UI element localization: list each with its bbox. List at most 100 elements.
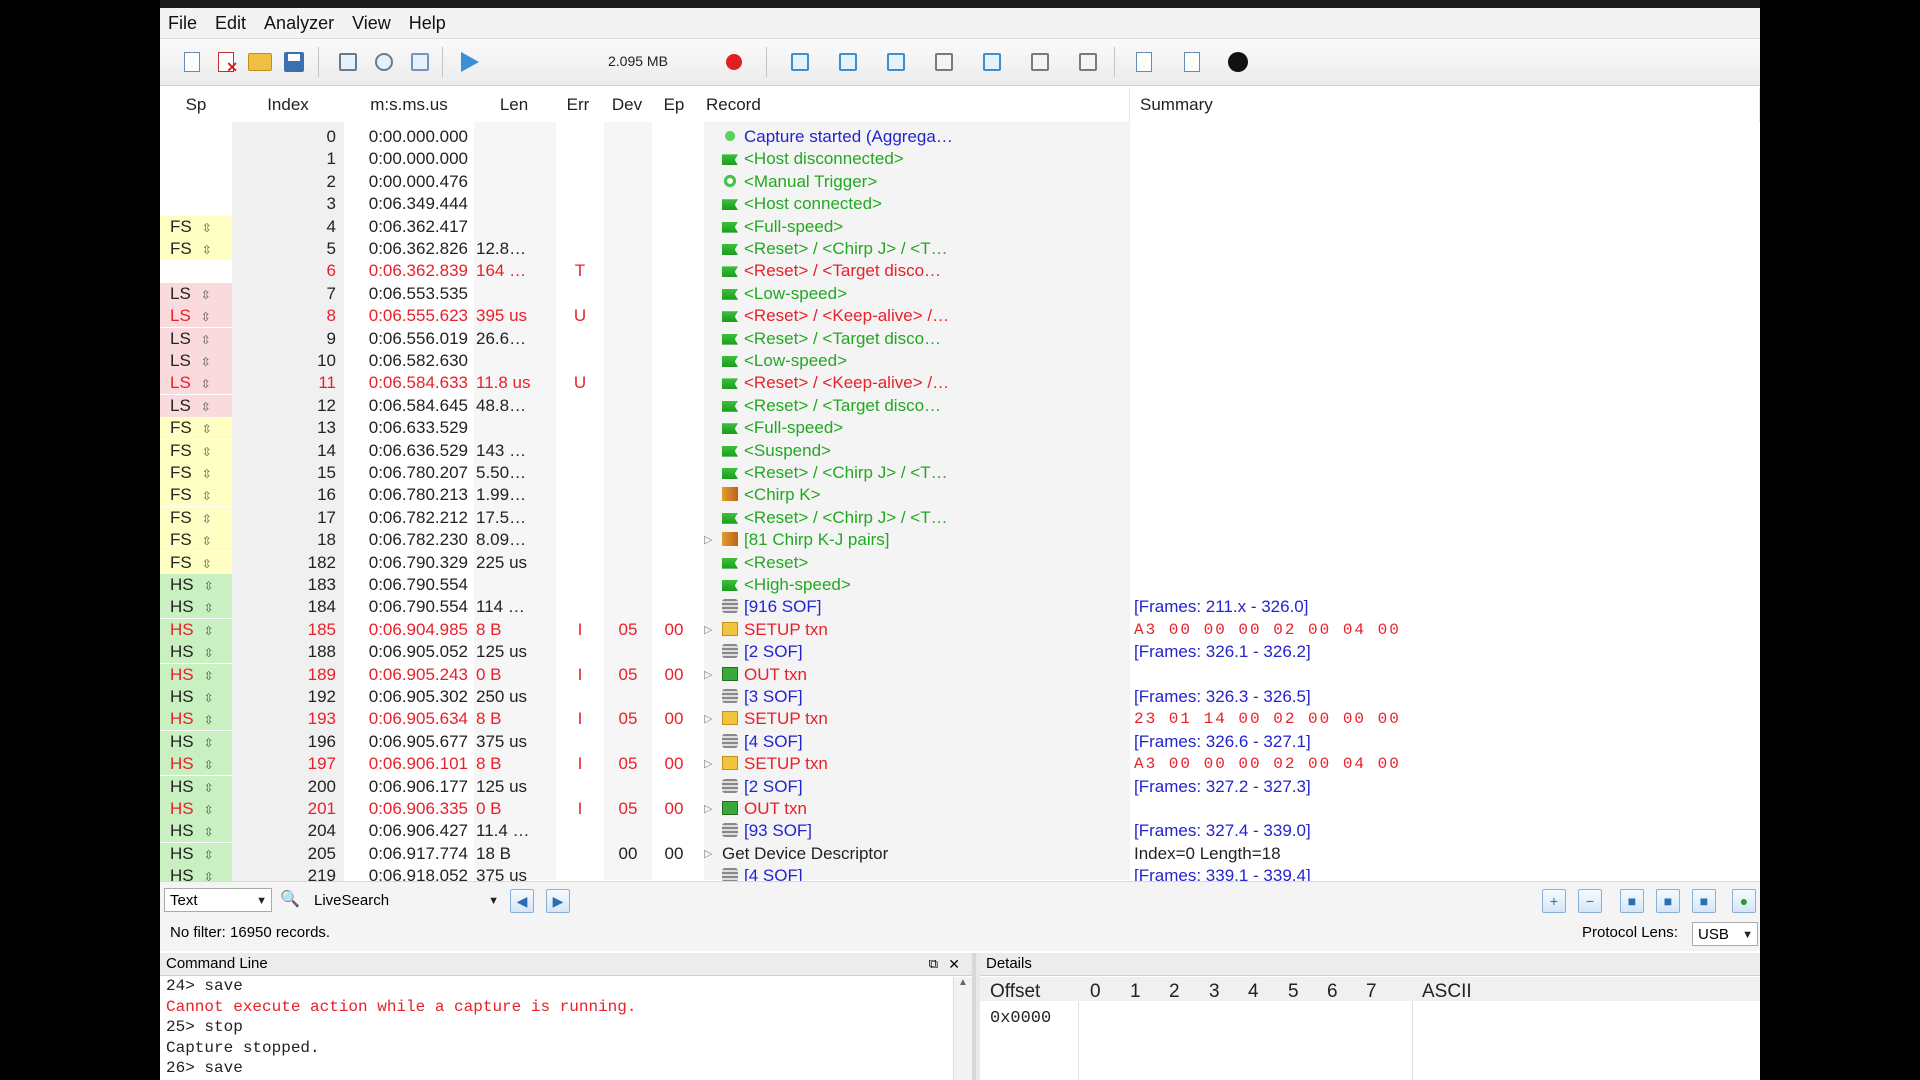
record-icon[interactable] (720, 48, 748, 76)
menu-help[interactable]: Help (401, 8, 456, 34)
table-row[interactable]: FS ⇳ 17 0:06.782.212 17.5… <Reset> / <Chirp J… (160, 506, 1760, 529)
print-icon[interactable] (1178, 48, 1206, 76)
table-row[interactable]: FS ⇳ 14 0:06.636.529 143 … <Suspend> (160, 439, 1760, 462)
status-green-icon[interactable]: ● (1732, 889, 1756, 913)
table-row[interactable]: HS ⇳ 200 0:06.906.177 125 us [2 SOF] [Frames: … (160, 775, 1760, 798)
table-row[interactable]: 0 0:00.000.000 Capture started (Aggrega… (160, 126, 1760, 148)
table-row[interactable]: 2 0:00.000.476 <Manual Trigger> (160, 170, 1760, 193)
bomb-icon[interactable] (1224, 48, 1252, 76)
column-header-sp[interactable]: Sp (160, 88, 233, 122)
column-header-ep[interactable]: Ep (652, 88, 697, 122)
table-row[interactable]: FS ⇳ 4 0:06.362.417 <Full-speed> (160, 215, 1760, 238)
table-row[interactable]: HS ⇳ 193 0:06.905.634 8 B I 05 00 ▷ SETUP txn 23 0… (160, 708, 1760, 731)
table-row[interactable]: LS ⇳ 7 0:06.553.535 <Low-speed> (160, 282, 1760, 305)
collapse-all-icon[interactable]: − (1578, 889, 1602, 913)
column-header-time[interactable]: m:s.ms.us (344, 88, 475, 122)
table-row[interactable]: HS ⇳ 196 0:06.905.677 375 us [4 SOF] [Frames: … (160, 730, 1760, 753)
view-hz-icon[interactable] (1074, 48, 1102, 76)
table-row[interactable]: HS ⇳ 185 0:06.904.985 8 B I 05 00 ▷ SETUP txn A3 0… (160, 618, 1760, 641)
table-row[interactable]: HS ⇳ 188 0:06.905.052 125 us [2 SOF] [Frames: … (160, 641, 1760, 664)
expand-arrow-icon[interactable]: ▷ (704, 529, 712, 551)
filter-type-select[interactable]: Text ▼ (164, 888, 272, 912)
view-graph-icon[interactable] (1026, 48, 1054, 76)
table-row[interactable]: LS ⇳ 8 0:06.555.623 395 us U <Reset> / <Keep-a… (160, 305, 1760, 328)
column-header-summary[interactable]: Summary (1130, 88, 1760, 122)
view-list-icon[interactable] (882, 48, 910, 76)
table-row[interactable]: 6 0:06.362.839 164 … T <Reset> / <Target dis… (160, 260, 1760, 283)
search-previous-icon[interactable]: ◀ (510, 889, 534, 913)
filter-icon[interactable] (406, 48, 434, 76)
menu-edit[interactable]: Edit (207, 8, 256, 34)
dev-cell (604, 440, 652, 462)
float-panel-icon[interactable]: ⧉ (929, 953, 938, 975)
bookmark-icon[interactable]: ■ (1620, 889, 1644, 913)
table-row[interactable]: LS ⇳ 11 0:06.584.633 11.8 us U <Reset> / <Keep… (160, 372, 1760, 395)
search-next-icon[interactable]: ▶ (546, 889, 570, 913)
settings-icon[interactable] (370, 48, 398, 76)
close-file-icon[interactable]: ✕ (212, 48, 240, 76)
table-row[interactable]: HS ⇳ 201 0:06.906.335 0 B I 05 00 ▷ OUT txn (160, 798, 1760, 820)
table-row[interactable]: FS ⇳ 13 0:06.633.529 <Full-speed> (160, 417, 1760, 440)
speed-cell (160, 193, 232, 215)
table-row[interactable]: FS ⇳ 5 0:06.362.826 12.8… <Reset> / <Chirp J>… (160, 238, 1760, 260)
scroll-up-icon[interactable]: ▲ (954, 977, 972, 988)
err-cell (556, 776, 604, 798)
close-panel-icon[interactable]: ✕ (948, 953, 960, 975)
expand-arrow-icon[interactable]: ▷ (704, 708, 712, 730)
table-row[interactable]: FS ⇳ 15 0:06.780.207 5.50… <Reset> / <Chirp J… (160, 462, 1760, 484)
table-row[interactable]: HS ⇳ 204 0:06.906.427 11.4 … [93 SOF] [Frames:… (160, 820, 1760, 843)
column-header-len[interactable]: Len (474, 88, 555, 122)
record-text: Capture started (Aggrega… (744, 127, 953, 146)
expand-arrow-icon[interactable]: ▷ (704, 619, 712, 641)
command-line-entry: 24> save (166, 977, 243, 995)
open-folder-icon[interactable] (246, 48, 274, 76)
index-cell: 18 (232, 529, 344, 552)
menu-analyzer[interactable]: Analyzer (256, 8, 344, 34)
expand-arrow-icon[interactable]: ▷ (704, 798, 712, 820)
table-row[interactable]: HS ⇳ 197 0:06.906.101 8 B I 05 00 ▷ SETUP txn A3 0… (160, 753, 1760, 776)
play-icon[interactable] (456, 48, 484, 76)
column-header-index[interactable]: Index (232, 88, 345, 122)
view-window-icon[interactable] (930, 48, 958, 76)
bookmark-next-icon[interactable]: ■ (1656, 889, 1680, 913)
menu-view[interactable]: View (344, 8, 401, 34)
expand-arrow-icon[interactable]: ▷ (704, 843, 712, 865)
protocol-lens-select[interactable]: USB ▼ (1692, 922, 1758, 946)
table-row[interactable]: LS ⇳ 12 0:06.584.645 48.8… <Reset> / <Target … (160, 394, 1760, 417)
column-header-dev[interactable]: Dev (602, 88, 653, 122)
export-icon[interactable] (1130, 48, 1158, 76)
column-header-record[interactable]: Record (696, 88, 1130, 122)
table-row[interactable]: LS ⇳ 9 0:06.556.019 26.6… <Reset> / <Target d… (160, 327, 1760, 350)
table-row[interactable]: HS ⇳ 183 0:06.790.554 <High-speed> (160, 574, 1760, 596)
new-file-icon[interactable] (178, 48, 206, 76)
table-row[interactable]: HS ⇳ 184 0:06.790.554 114 … [916 SOF] [Frames:… (160, 596, 1760, 619)
expand-arrow-icon[interactable]: ▷ (704, 664, 712, 686)
device-icon[interactable] (334, 48, 362, 76)
table-row[interactable]: HS ⇳ 189 0:06.905.243 0 B I 05 00 ▷ OUT txn (160, 663, 1760, 686)
table-row[interactable]: 3 0:06.349.444 <Host connected> (160, 193, 1760, 216)
live-search-input[interactable]: LiveSearch ▼ (308, 888, 504, 912)
speed-label: HS (170, 597, 194, 617)
table-row[interactable]: FS ⇳ 16 0:06.780.213 1.99… <Chirp K> (160, 484, 1760, 507)
command-line-title: Command Line (166, 955, 268, 972)
table-row[interactable]: FS ⇳ 18 0:06.782.230 8.09… ▷ [81 Chirp K-J pai… (160, 529, 1760, 552)
table-row[interactable]: FS ⇳ 182 0:06.790.329 225 us <Reset> (160, 551, 1760, 574)
save-icon[interactable] (280, 48, 308, 76)
table-row[interactable]: LS ⇳ 10 0:06.582.630 <Low-speed> (160, 350, 1760, 372)
ep-cell (652, 216, 696, 238)
expand-all-icon[interactable]: + (1542, 889, 1566, 913)
view-play-icon[interactable] (978, 48, 1006, 76)
command-output: 24> save Cannot execute action while a ca… (160, 976, 972, 1079)
view-grid-icon[interactable] (834, 48, 862, 76)
command-scrollbar[interactable]: ▲ (953, 977, 972, 1080)
dev-cell (604, 484, 652, 506)
expand-arrow-icon[interactable]: ▷ (704, 753, 712, 775)
menu-file[interactable]: File (160, 8, 207, 34)
len-cell: 164 … (476, 261, 527, 281)
bookmark-clear-icon[interactable]: ■ (1692, 889, 1716, 913)
view-terminal-icon[interactable] (786, 48, 814, 76)
column-header-err[interactable]: Err (554, 88, 603, 122)
table-row[interactable]: 1 0:00.000.000 <Host disconnected> (160, 148, 1760, 171)
table-row[interactable]: HS ⇳ 192 0:06.905.302 250 us [3 SOF] [Frames: … (160, 686, 1760, 708)
table-row[interactable]: HS ⇳ 205 0:06.917.774 18 B 00 00 ▷ Get Device De… (160, 842, 1760, 865)
